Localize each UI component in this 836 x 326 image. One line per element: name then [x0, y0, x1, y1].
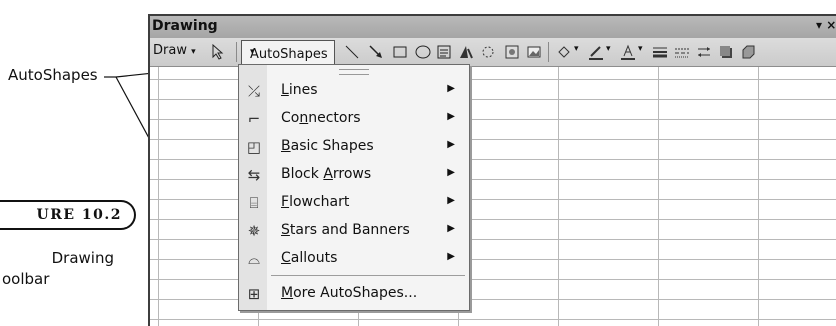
autoshapes-menu-button[interactable]: AutoShapes ▾: [241, 40, 335, 64]
shadow-icon[interactable]: [716, 42, 736, 62]
menu-drag-handle[interactable]: [339, 69, 369, 75]
menu-item-label: Connectors: [281, 110, 361, 126]
menu-item-connectors[interactable]: ⌐ Connectors ▶: [239, 105, 469, 133]
submenu-arrow-icon: ▶: [447, 83, 455, 94]
menu-item-basic-shapes[interactable]: ◰ Basic Shapes ▶: [239, 133, 469, 161]
submenu-arrow-icon: ▶: [447, 111, 455, 122]
diagram-icon[interactable]: [478, 42, 498, 62]
chevron-down-icon: ▾: [191, 47, 196, 57]
figure-caption: Drawing oolbar: [0, 248, 140, 290]
chevron-down-icon[interactable]: ▾: [638, 44, 643, 54]
menu-item-label: Stars and Banners: [281, 222, 410, 238]
menu-item-flowchart[interactable]: ⌸ Flowchart ▶: [239, 189, 469, 217]
caption-line-2: oolbar: [2, 270, 50, 288]
menu-item-label: Basic Shapes: [281, 138, 374, 154]
menu-item-label: More AutoShapes...: [281, 285, 418, 301]
more-autoshapes-icon: ⊞: [247, 285, 261, 303]
caption-line-1: Drawing: [51, 249, 114, 267]
menu-separator: [271, 275, 465, 276]
submenu-arrow-icon: ▶: [447, 167, 455, 178]
wordart-icon[interactable]: [456, 42, 476, 62]
submenu-arrow-icon: ▶: [447, 139, 455, 150]
menu-item-callouts[interactable]: ⌓ Callouts ▶: [239, 245, 469, 273]
menu-item-label: Callouts: [281, 250, 338, 266]
menu-item-lines[interactable]: ⤰ Lines ▶: [239, 77, 469, 105]
basic-shapes-icon: ◰: [246, 138, 262, 156]
chevron-down-icon[interactable]: ▾: [606, 44, 611, 54]
block-arrows-icon: ⇆: [247, 166, 261, 184]
menu-item-stars-banners[interactable]: ✵ Stars and Banners ▶: [239, 217, 469, 245]
draw-label: Draw: [153, 43, 187, 58]
arrow-style-icon[interactable]: [694, 42, 714, 62]
submenu-arrow-icon: ▶: [447, 251, 455, 262]
chevron-down-icon: ▾: [250, 47, 255, 57]
menu-item-label: Block Arrows: [281, 166, 372, 182]
menu-item-label: Lines: [281, 82, 318, 98]
chevron-down-icon[interactable]: ▾: [574, 44, 579, 54]
figure-number: URE 10.2: [36, 207, 122, 223]
3d-icon[interactable]: [738, 42, 758, 62]
rectangle-icon[interactable]: [390, 42, 410, 62]
flowchart-icon: ⌸: [249, 194, 259, 212]
autoshapes-callout-label: AutoShapes: [8, 66, 98, 84]
line-style-icon[interactable]: [650, 42, 670, 62]
arrow-icon[interactable]: [366, 42, 386, 62]
submenu-arrow-icon: ▶: [447, 195, 455, 206]
line-icon[interactable]: [342, 42, 362, 62]
line-color-icon[interactable]: [586, 42, 606, 62]
autoshapes-menu: ⤰ Lines ▶ ⌐ Connectors ▶ ◰ Basic Shapes ▶ ⇆ Block …: [238, 64, 470, 311]
toolbar-separator: [236, 42, 237, 62]
menu-item-block-arrows[interactable]: ⇆ Block Arrows ▶: [239, 161, 469, 189]
figure-number-badge: URE 10.2: [0, 200, 136, 230]
clip-art-icon[interactable]: [502, 42, 522, 62]
menu-item-label: Flowchart: [281, 194, 350, 210]
connectors-icon: ⌐: [247, 110, 261, 128]
submenu-arrow-icon: ▶: [447, 223, 455, 234]
drawing-toolbar-title: Drawing: [152, 18, 218, 34]
text-box-icon[interactable]: [434, 42, 454, 62]
drawing-toolbar: Draw ▾ AutoShapes ▾ ▾ ▾ ▾: [150, 38, 836, 67]
draw-menu-button[interactable]: Draw ▾: [153, 43, 196, 58]
callouts-icon: ⌓: [248, 250, 260, 268]
oval-icon[interactable]: [413, 42, 433, 62]
dash-style-icon[interactable]: [672, 42, 692, 62]
menu-item-more-autoshapes[interactable]: ⊞ More AutoShapes...: [239, 280, 469, 308]
picture-icon[interactable]: [524, 42, 544, 62]
drawing-toolbar-title-bar[interactable]: Drawing ▾ ×: [150, 16, 836, 38]
select-objects-icon[interactable]: [208, 42, 228, 62]
stars-banners-icon: ✵: [247, 222, 261, 240]
toolbar-options-icon[interactable]: ▾ ×: [816, 18, 836, 32]
font-color-icon[interactable]: [618, 42, 638, 62]
lines-icon: ⤰: [247, 82, 260, 100]
toolbar-separator: [548, 42, 549, 62]
fill-color-icon[interactable]: [554, 42, 574, 62]
